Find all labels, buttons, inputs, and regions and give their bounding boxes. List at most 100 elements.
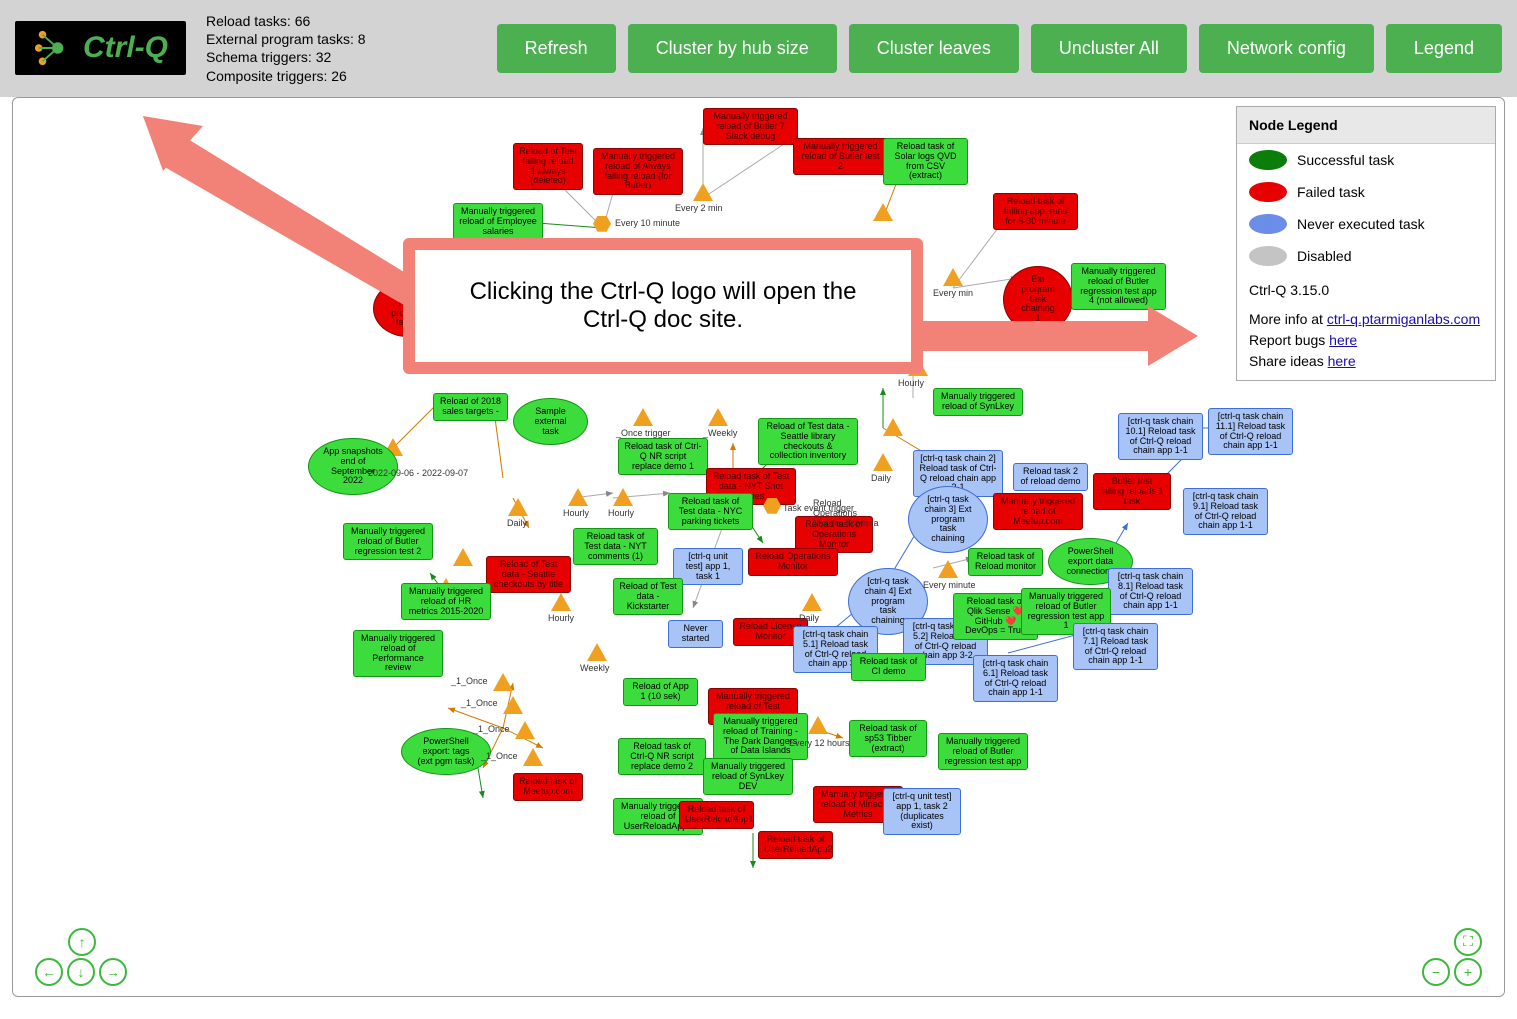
trigger-label: _1_Once — [481, 751, 518, 761]
node-task[interactable]: Reload task of Solar logs QVD from CSV (… — [883, 138, 968, 186]
nav-up-group: ↑ — [68, 928, 96, 956]
stat-external: External program tasks: 8 — [206, 30, 477, 48]
nav-lrdown-group: ← ↓ → — [35, 958, 127, 986]
nav-left-button[interactable]: ← — [35, 958, 63, 986]
nav-up-button[interactable]: ↑ — [68, 928, 96, 956]
node-task[interactable]: Manually triggered reload of Butler 7 Sl… — [703, 108, 798, 146]
trigger-icon[interactable] — [503, 696, 523, 714]
trigger-label: 2022-09-06 - 2022-09-07 — [368, 468, 468, 478]
node-task[interactable]: [ctrl-q unit test] app 1, task 1 — [673, 548, 743, 586]
ctrl-q-logo[interactable]: Ctrl-Q — [15, 21, 186, 75]
trigger-label: Daily — [507, 518, 527, 528]
node-task[interactable]: Manually triggered reload of Butler regr… — [1071, 263, 1166, 311]
trigger-label: Daily — [799, 613, 819, 623]
node-task[interactable]: Reload task of Test data - NYT comments … — [573, 528, 658, 566]
node-task[interactable]: Manually triggered reload of Butler regr… — [343, 523, 433, 561]
node-task[interactable]: Reload of App 1 (10 sek) — [623, 678, 698, 706]
nav-down-button[interactable]: ↓ — [67, 958, 95, 986]
trigger-icon[interactable] — [802, 593, 822, 611]
node-task[interactable]: Reload of Test data - Kickstarter — [613, 578, 683, 616]
cluster-leaves-button[interactable]: Cluster leaves — [849, 24, 1019, 73]
network-canvas[interactable]: Manually triggered reload of Butler 7 Sl… — [13, 98, 1504, 996]
zoom-out-button[interactable]: − — [1422, 958, 1450, 986]
node-task[interactable]: Manually triggered reload of Meetup.com — [993, 493, 1083, 531]
node-task[interactable]: Manually triggered reload of SynLkey DEV — [703, 758, 793, 796]
node-task[interactable]: Reload of Test data - Seattle checkouts … — [486, 556, 571, 594]
trigger-icon[interactable] — [508, 498, 528, 516]
node-task[interactable]: Sample external task — [513, 398, 588, 446]
trigger-icon[interactable] — [883, 418, 903, 436]
toolbar-buttons: Refresh Cluster by hub size Cluster leav… — [497, 24, 1502, 73]
node-task[interactable]: Reload task of UserReloadApp1 — [679, 801, 754, 829]
node-task[interactable]: Manually triggered reload of Employee sa… — [453, 203, 543, 241]
network-config-button[interactable]: Network config — [1199, 24, 1374, 73]
trigger-icon[interactable] — [453, 548, 473, 566]
header-bar: Ctrl-Q Reload tasks: 66 External program… — [0, 0, 1517, 97]
refresh-button[interactable]: Refresh — [497, 24, 616, 73]
node-task[interactable]: [ctrl-q task chain 3] Ext program task c… — [908, 486, 988, 553]
node-task[interactable]: Reload task of Meetup.com — [513, 773, 583, 801]
trigger-label: Hourly — [548, 613, 574, 623]
trigger-icon[interactable] — [873, 203, 893, 221]
node-task[interactable]: Reload task of CI demo — [851, 653, 926, 681]
node-task[interactable]: Reload task of Reload monitor — [968, 548, 1043, 576]
node-task[interactable]: Reload task of Ctrl-Q NR script replace … — [618, 738, 706, 776]
trigger-icon[interactable] — [613, 488, 633, 506]
node-task[interactable]: [ctrl-q task chain 6.1] Reload task of C… — [973, 655, 1058, 703]
trigger-label: Every 10 minute — [615, 218, 680, 228]
trigger-icon[interactable] — [938, 560, 958, 578]
node-task[interactable]: Reload task of Ctrl-Q NR script replace … — [618, 438, 708, 476]
node-task[interactable]: Reload of Test data - Seattle library ch… — [758, 418, 858, 466]
trigger-label: Hourly — [898, 378, 924, 388]
trigger-icon[interactable] — [523, 748, 543, 766]
trigger-icon[interactable] — [587, 643, 607, 661]
node-task[interactable]: [ctrl-q task chain 7.1] Reload task of C… — [1073, 623, 1158, 671]
node-task[interactable]: Manually triggered reload of Training - … — [713, 713, 808, 761]
trigger-icon[interactable] — [633, 408, 653, 426]
trigger-icon[interactable] — [943, 268, 963, 286]
node-task[interactable]: [ctrl-q task chain 8.1] Reload task of C… — [1108, 568, 1193, 616]
node-task[interactable]: Reload task of Test data - NYC parking t… — [668, 493, 753, 531]
trigger-icon[interactable] — [808, 716, 828, 734]
nav-right-button[interactable]: → — [99, 958, 127, 986]
zoom-fit-button[interactable]: ⛶ — [1454, 928, 1482, 956]
trigger-icon[interactable] — [551, 593, 571, 611]
node-task[interactable]: PowerShell export: tags (ext pgm task) — [401, 728, 491, 776]
node-task[interactable]: App snapshots end of September 2022 — [308, 438, 398, 496]
trigger-icon[interactable] — [568, 488, 588, 506]
zoom-in-button[interactable]: + — [1454, 958, 1482, 986]
node-task[interactable]: [ctrl-q task chain 11.1] Reload task of … — [1208, 408, 1293, 456]
trigger-label: Every minute — [923, 580, 976, 590]
trigger-icon[interactable] — [493, 673, 513, 691]
node-task[interactable]: Reload of Test failing reload 1 always (… — [513, 143, 583, 191]
node-task[interactable]: [ctrl-q task chain 10.1] Reload task of … — [1118, 413, 1203, 461]
node-task[interactable]: Reload of 2018 sales targets - — [433, 393, 508, 421]
node-task[interactable]: [ctrl-q task chain 9.1] Reload task of C… — [1183, 488, 1268, 536]
network-canvas-wrap: Manually triggered reload of Butler 7 Sl… — [12, 97, 1505, 997]
node-task[interactable]: [ctrl-q unit test] app 1, task 2 (duplic… — [883, 788, 961, 836]
trigger-icon[interactable] — [515, 721, 535, 739]
node-task[interactable]: Reload task 2 of reload demo — [1013, 463, 1088, 491]
node-task[interactable]: Manually triggered reload of SynLkey — [933, 388, 1023, 416]
node-task[interactable]: Manually triggered reload of Performance… — [353, 630, 443, 678]
cluster-hub-button[interactable]: Cluster by hub size — [628, 24, 837, 73]
node-task[interactable]: Never started — [668, 620, 723, 648]
node-task[interactable]: Reload task of UserReloadApp2 — [758, 831, 833, 859]
task-stats: Reload tasks: 66 External program tasks:… — [206, 12, 477, 85]
node-task[interactable]: Butler test failing reloads 1 task — [1093, 473, 1171, 511]
node-task[interactable]: Manually triggered reload of Butler regr… — [938, 733, 1028, 771]
uncluster-button[interactable]: Uncluster All — [1031, 24, 1187, 73]
trigger-label: Every 12 hours — [789, 738, 850, 748]
node-task[interactable]: Manually triggered reload of Butler test… — [793, 138, 888, 176]
legend-button[interactable]: Legend — [1386, 24, 1502, 73]
trigger-icon[interactable] — [873, 453, 893, 471]
node-task[interactable]: Reload Operations Monitor — [748, 548, 838, 576]
annotation-callout: Clicking the Ctrl-Q logo will open the C… — [403, 238, 923, 374]
node-task[interactable]: Reload task of sp53 Tibber (extract) — [849, 720, 927, 758]
node-task[interactable]: Reload task of failing app, runs for 5-3… — [993, 193, 1078, 231]
trigger-icon[interactable] — [708, 408, 728, 426]
trigger-icon[interactable] — [693, 183, 713, 201]
trigger-label: Daily — [871, 473, 891, 483]
node-task[interactable]: Manually triggered reload of Always fail… — [593, 148, 683, 196]
node-task[interactable]: Manually triggered reload of HR metrics … — [401, 583, 491, 621]
